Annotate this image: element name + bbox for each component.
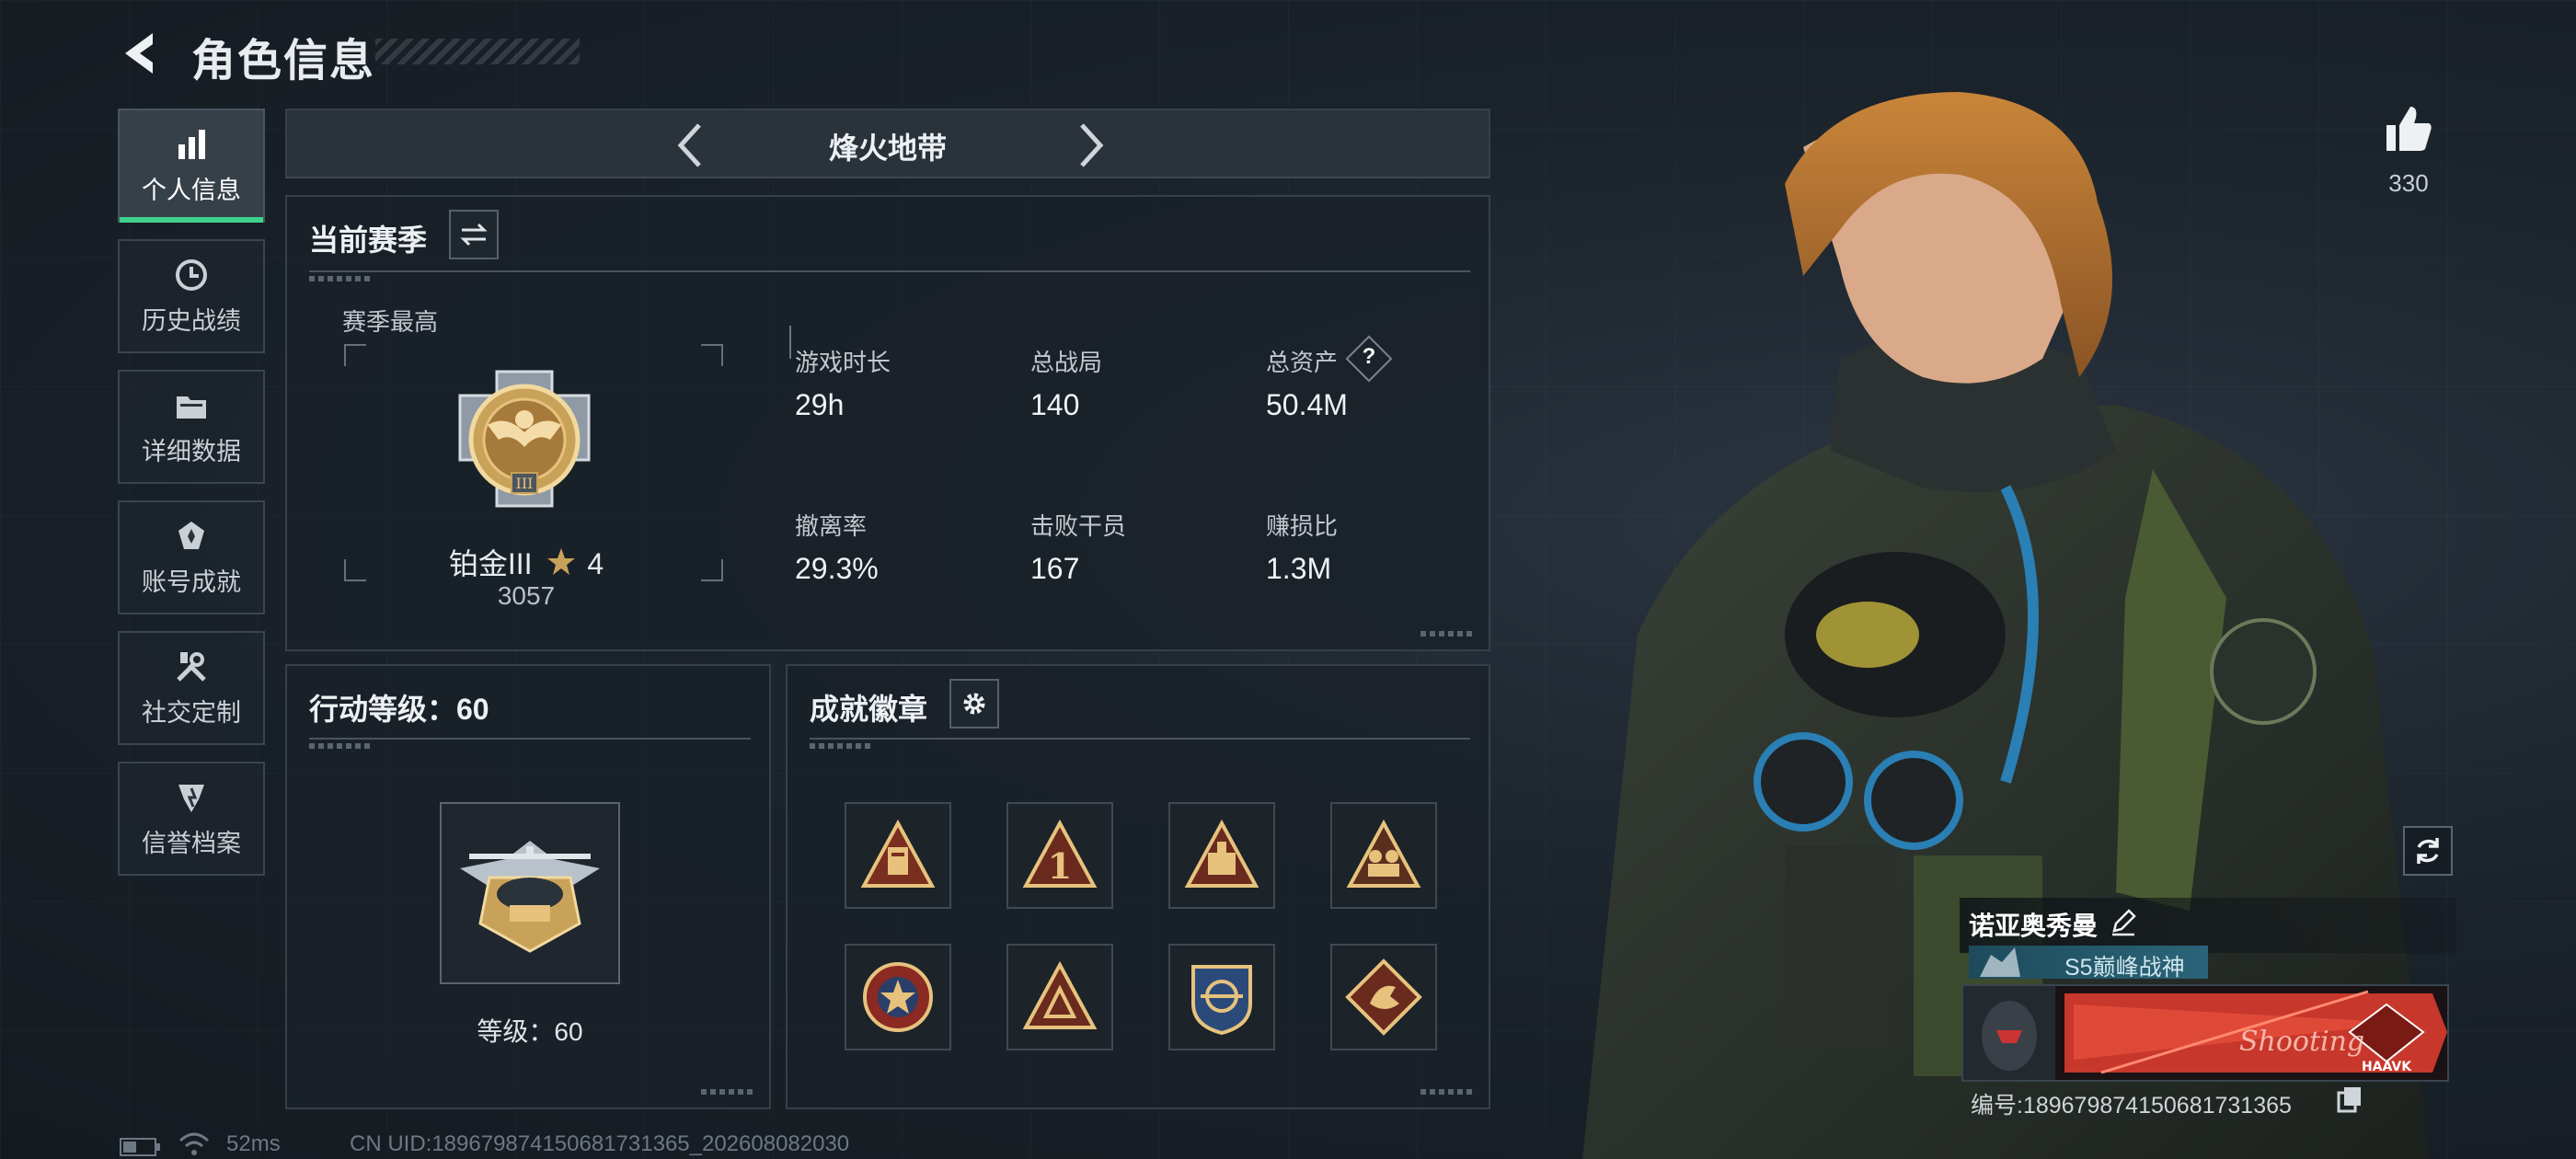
badge-2-icon[interactable]: 1 [1006,802,1113,909]
section-divider [810,738,1470,740]
stat-value: 29.3% [795,552,879,585]
level-emblem-frame [440,802,620,984]
achievement-badges-panel: 成就徽章 1 [786,664,1490,1109]
sidebar-item-label: 个人信息 [142,176,241,204]
badge-1-icon[interactable] [845,802,951,909]
banner-art: Shooting HAAVK [1963,986,2447,1080]
divider-ticks [309,743,374,749]
tools-icon [177,651,206,682]
refresh-button[interactable] [2403,826,2453,876]
stat-label: 游戏时长 [795,349,891,376]
helicopter-emblem-icon [460,841,600,953]
sidebar-item-reputation[interactable]: 信誉档案 [118,762,265,876]
banner-card-text: Shooting [2239,1026,2364,1058]
season-best-label: 赛季最高 [342,308,439,336]
like-count: 330 [2388,169,2429,197]
title-decoration [375,39,580,64]
stat-value: 140 [1030,388,1080,421]
sidebar-item-label: 账号成就 [142,568,241,596]
action-level-panel: 行动等级：60 等级：60 [285,664,771,1109]
stat-value: 50.4M [1266,388,1348,421]
badge-8-icon[interactable] [1330,944,1437,1050]
level-text: 等级：60 [477,1017,583,1046]
sidebar-item-label: 详细数据 [142,437,241,465]
stat-label: 总战局 [1030,349,1103,376]
folder-icon [177,396,206,419]
sidebar-item-achievements[interactable]: 账号成就 [118,500,265,614]
stat-label: 总资产 [1266,349,1339,376]
panel-corner-ticks [1420,631,1472,637]
switch-season-button[interactable] [449,210,499,259]
badge-5-icon[interactable] [845,944,951,1050]
sidebar-item-personal-info[interactable]: 个人信息 [118,109,265,223]
panel-corner-ticks [701,1089,753,1095]
sidebar-item-detailed-data[interactable]: 详细数据 [118,370,265,484]
divider-ticks [309,276,374,281]
gear-icon [963,693,985,715]
sidebar-item-social-custom[interactable]: 社交定制 [118,631,265,745]
sidebar-item-history[interactable]: 历史战绩 [118,239,265,353]
frame-corner [701,344,723,366]
svg-text:1: 1 [1048,845,1072,887]
rank-line: 铂金III 4 [287,541,765,583]
player-name: 诺亚奥秀曼 [1969,912,2099,940]
reputation-icon [178,784,204,812]
next-mode-arrow-icon[interactable] [1065,121,1113,169]
achievements-title: 成就徽章 [810,693,928,726]
badge-settings-button[interactable] [949,679,999,729]
stat-label: 撤离率 [795,512,868,540]
banner-brand-text: HAAVK [2362,1060,2412,1074]
divider-ticks [810,743,874,749]
sidebar-item-label: 历史战绩 [142,306,241,335]
help-icon: ? [1362,344,1376,369]
rank-emblem-icon: III [458,370,591,508]
ping-text: 52ms [226,1131,281,1156]
copy-icon[interactable] [2337,1085,2363,1113]
wifi-icon [178,1132,210,1155]
action-level-title: 行动等级：60 [309,693,489,726]
mode-tab-bar: 烽火地带 [285,109,1490,178]
back-arrow-icon[interactable] [116,28,167,79]
panel-corner-ticks [1420,1089,1472,1095]
badge-6-icon[interactable] [1006,944,1113,1050]
player-id-code: 编号:18967987415068173​1365 [1971,1087,2292,1120]
stat-accent-bar [789,326,791,359]
player-title: S5巅峰战神 [2064,955,2185,981]
rank-stars: 4 [587,547,604,580]
sidebar-item-label: 信誉档案 [142,829,241,857]
stat-value: 1.3M [1266,552,1332,585]
badge-4-icon[interactable] [1330,802,1437,909]
section-divider [309,270,1470,272]
edit-pencil-icon[interactable] [2109,907,2138,936]
badge-3-icon[interactable] [1168,802,1275,909]
bar-chart-icon [178,129,205,159]
uid-text: CN UID:18967987415068173​1365_2026080820… [350,1131,850,1156]
achievement-icon [178,521,204,549]
rank-name: 铂金III [448,547,533,580]
stat-label: 赚损比 [1266,512,1339,540]
rank-star-icon [547,548,576,575]
refresh-icon [2417,838,2439,864]
stat-value: 29h [795,388,845,421]
sidebar-item-label: 社交定制 [142,698,241,727]
badge-7-icon[interactable] [1168,944,1275,1050]
section-divider [309,738,751,740]
frame-corner [344,344,366,366]
history-clock-icon [176,258,207,291]
player-name-banner[interactable]: Shooting HAAVK [1961,984,2449,1082]
current-season-panel: 当前赛季 赛季最高 III 铂金III 4 3057 游戏时长 29h 总战局 … [285,195,1490,651]
swap-icon [460,223,488,247]
svg-text:III: III [516,475,534,492]
stat-label: 击败干员 [1030,512,1127,540]
season-title: 当前赛季 [309,224,428,257]
rank-score: 3057 [497,581,556,610]
player-id-text: 编号:18967987415068173​1365 [1971,1093,2292,1119]
title-rider-icon [1980,947,2020,977]
battery-icon [120,1138,160,1156]
page-title: 角色信息 [191,37,376,86]
stat-value: 167 [1030,552,1080,585]
thumbs-up-icon[interactable] [2383,103,2434,155]
current-mode-label: 烽火地带 [828,132,947,165]
